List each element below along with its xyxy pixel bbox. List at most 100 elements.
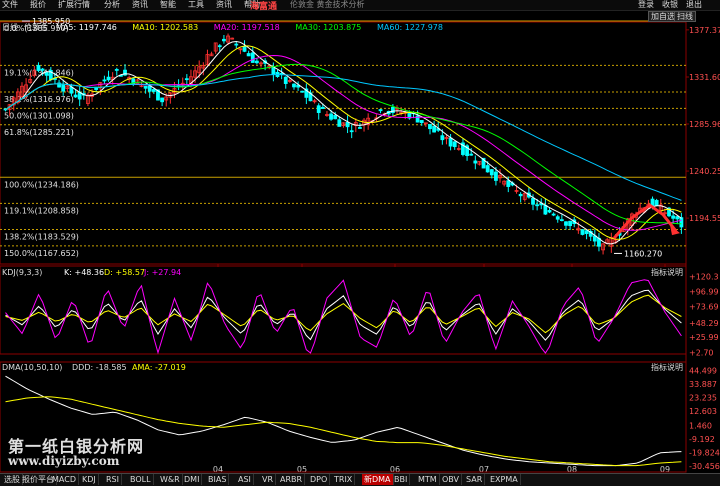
candle-body-68 bbox=[283, 76, 288, 84]
fib-label-3: 50.0%(1301.098) bbox=[4, 111, 74, 120]
menu-right-1[interactable]: 收银 bbox=[662, 0, 678, 10]
indicator-tab-bar: 选股 报价平台 MACD KDJ RSI BOLL W&R DMI BIAS ASI VR ARBR D… bbox=[0, 473, 720, 486]
tab-2[interactable]: MACD bbox=[50, 474, 79, 485]
menu-right-0[interactable]: 登录 bbox=[638, 0, 654, 10]
fib-label-4: 61.8%(1285.221) bbox=[4, 128, 74, 137]
kdj-tick-4: +25.99 bbox=[689, 333, 719, 342]
kdj-tick-1: +96.99 bbox=[689, 287, 719, 296]
candle-body-117 bbox=[485, 165, 490, 173]
candle-body-86 bbox=[358, 127, 362, 129]
dma-ama-label: AMA: -27.019 bbox=[132, 363, 186, 372]
candle-body-72 bbox=[300, 90, 305, 93]
menu-item-7[interactable]: 资讯 bbox=[216, 0, 232, 10]
candle-body-106 bbox=[440, 135, 445, 141]
ma-label-3: MA30: 1203.875 bbox=[295, 23, 361, 32]
menu-item-5[interactable]: 智能 bbox=[160, 0, 176, 10]
tab-14[interactable]: 新DMA bbox=[362, 474, 394, 485]
candle-body-140 bbox=[580, 229, 585, 235]
candle-body-118 bbox=[489, 169, 494, 176]
candle-body-163 bbox=[675, 216, 680, 220]
candle-body-59 bbox=[246, 53, 251, 57]
candle-body-8 bbox=[36, 65, 41, 71]
tab-8[interactable]: BIAS bbox=[206, 474, 230, 485]
dma-tick-4: 1.460 bbox=[689, 421, 712, 430]
kdj-tick-0: +120.3 bbox=[689, 272, 719, 281]
candle-body-10 bbox=[44, 71, 49, 76]
tab-18[interactable]: SAR bbox=[464, 474, 486, 485]
kdj-j-line bbox=[5, 279, 682, 355]
y-tick-label-4: 1194.550 bbox=[689, 214, 720, 223]
dma-tick-7: -30.456 bbox=[689, 462, 720, 471]
candle-body-80 bbox=[333, 114, 338, 120]
tab-15[interactable]: BBI bbox=[392, 474, 411, 485]
low-label: 1160.270 bbox=[624, 249, 662, 258]
menu-item-3[interactable]: 分析 bbox=[104, 0, 120, 10]
menu-item-4[interactable]: 资讯 bbox=[132, 0, 148, 10]
chart-area: 日线 伦敦金 MA5: 1197.746 MA10: 1202.583 MA20: 11… bbox=[0, 17, 720, 473]
dma-help-button: 指标说明 bbox=[651, 362, 683, 372]
candle-body-79 bbox=[329, 113, 333, 120]
menu-item-0[interactable]: 文件 bbox=[2, 0, 18, 10]
candle-body-76 bbox=[316, 105, 321, 113]
tab-4[interactable]: RSI bbox=[104, 474, 122, 485]
candle-body-122 bbox=[506, 180, 511, 187]
ma-label-2: MA20: 1197.518 bbox=[214, 23, 280, 32]
ma-line-60 bbox=[5, 73, 682, 201]
menu-item-6[interactable]: 工具 bbox=[188, 0, 204, 10]
candle-body-137 bbox=[568, 220, 573, 227]
y-tick-label-1: 1331.601 bbox=[689, 73, 720, 82]
dma-tick-2: 23.235 bbox=[689, 394, 717, 403]
candle-body-119 bbox=[494, 171, 498, 181]
kdj-d-label: D: +58.57 bbox=[104, 268, 145, 277]
fib-label-2: 38.2%(1316.976) bbox=[4, 95, 74, 104]
tab-5[interactable]: BOLL bbox=[128, 474, 154, 485]
tab-9[interactable]: ASI bbox=[236, 474, 254, 485]
candle-body-164 bbox=[679, 217, 684, 228]
menu-item-2[interactable]: 扩展行情 bbox=[58, 0, 90, 10]
tab-17[interactable]: OBV bbox=[440, 474, 463, 485]
dma-tick-3: 12.603 bbox=[689, 407, 717, 416]
candle-body-128 bbox=[531, 197, 535, 205]
candle-body-135 bbox=[559, 219, 564, 222]
y-tick-label-2: 1285.963 bbox=[689, 120, 720, 129]
candle-body-24 bbox=[102, 79, 107, 82]
fib-label-8: 150.0%(1167.652) bbox=[4, 249, 79, 258]
tab-12[interactable]: DPO bbox=[308, 474, 331, 485]
candle-body-103 bbox=[428, 124, 432, 130]
menu-item-1[interactable]: 报价 bbox=[30, 0, 46, 10]
candle-body-136 bbox=[564, 221, 568, 226]
tab-7[interactable]: DMI bbox=[182, 474, 203, 485]
candle-body-81 bbox=[337, 119, 342, 127]
kdj-tick-2: +73.69 bbox=[689, 302, 719, 311]
fib-label-6: 119.1%(1208.858) bbox=[4, 206, 79, 215]
candle-body-114 bbox=[473, 160, 478, 164]
tab-13[interactable]: TRIX bbox=[332, 474, 356, 485]
draw-line-button[interactable]: 扫线 bbox=[674, 11, 696, 22]
candle-body-125 bbox=[518, 193, 523, 197]
menu-right-2[interactable]: 退出 bbox=[686, 0, 702, 10]
kdj-d-line bbox=[5, 294, 682, 334]
tab-11[interactable]: ARBR bbox=[278, 474, 306, 485]
candle-body-131 bbox=[543, 204, 548, 215]
tab-10[interactable]: VR bbox=[260, 474, 277, 485]
ma-line-5 bbox=[5, 40, 682, 245]
candle-body-60 bbox=[250, 52, 255, 63]
dma-tick-5: -9.192 bbox=[689, 435, 715, 444]
dma-label: DMA(10,50,10) bbox=[2, 363, 62, 372]
candle-body-34 bbox=[143, 85, 148, 89]
kdj-tick-3: +48.29 bbox=[689, 319, 719, 328]
candle-body-36 bbox=[151, 89, 156, 92]
watermark-url: www.diyizby.com bbox=[8, 454, 120, 468]
tab-16[interactable]: MTM bbox=[416, 474, 440, 485]
candle-body-9 bbox=[40, 68, 45, 71]
tab-3[interactable]: KDJ bbox=[80, 474, 99, 485]
fib-label-5: 100.0%(1234.186) bbox=[4, 180, 79, 189]
tab-6[interactable]: W&R bbox=[158, 474, 183, 485]
tab-19[interactable]: EXPMA bbox=[488, 474, 521, 485]
ma-label-4: MA60: 1227.978 bbox=[377, 23, 443, 32]
candle-body-134 bbox=[555, 216, 560, 220]
candle-body-70 bbox=[292, 83, 296, 88]
candle-body-104 bbox=[432, 125, 437, 133]
candle-body-162 bbox=[671, 215, 676, 219]
y-tick-label-0: 1377.372 bbox=[689, 26, 720, 35]
